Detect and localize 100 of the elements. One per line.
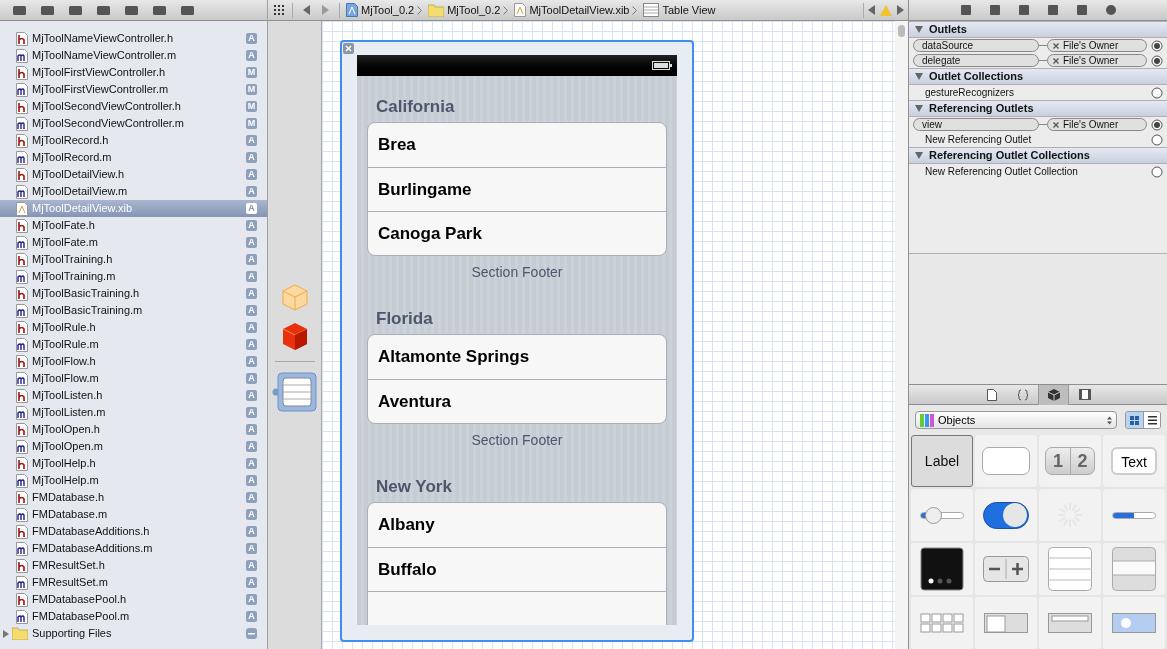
- file-item[interactable]: MjToolFate.m A: [0, 234, 267, 251]
- source-file-icon: [16, 507, 28, 522]
- source-file-icon: [16, 609, 28, 624]
- view-controller-object: [1048, 613, 1092, 633]
- close-icon[interactable]: [343, 43, 354, 54]
- forward-arrow-icon[interactable]: [896, 5, 904, 15]
- library-item-tile[interactable]: Text: [1103, 435, 1165, 487]
- file-item[interactable]: FMResultSet.m A: [0, 574, 267, 591]
- file-item[interactable]: MjToolDetailView.m A: [0, 183, 267, 200]
- file-item[interactable]: MjToolRule.h A: [0, 319, 267, 336]
- file-item[interactable]: MjToolFirstViewController.m M: [0, 81, 267, 98]
- library-item-tile[interactable]: [975, 543, 1037, 595]
- connection-circle-icon[interactable]: [1151, 133, 1163, 146]
- library-item-tile[interactable]: [1103, 543, 1165, 595]
- view-mode-button[interactable]: [1143, 412, 1160, 428]
- file-item[interactable]: MjToolNameViewController.h A: [0, 30, 267, 47]
- table-row[interactable]: Altamonte Springs: [368, 335, 666, 379]
- connection-circle-icon[interactable]: [1151, 118, 1163, 131]
- breadcrumb[interactable]: MjTool_0.2: [447, 1, 501, 19]
- file-item[interactable]: FMDatabaseAdditions.m A: [0, 540, 267, 557]
- section-header[interactable]: Referencing Outlet Collections: [909, 147, 1167, 164]
- back-arrow-icon[interactable]: [303, 5, 311, 15]
- file-item[interactable]: MjToolBasicTraining.h A: [0, 285, 267, 302]
- file-item[interactable]: FMDatabase.m A: [0, 506, 267, 523]
- back-arrow-icon[interactable]: [868, 5, 876, 15]
- header-file-icon: [16, 99, 28, 114]
- file-item[interactable]: MjToolFlow.m A: [0, 370, 267, 387]
- library-item-tile[interactable]: [975, 597, 1037, 649]
- file-item[interactable]: MjToolFlow.h A: [0, 353, 267, 370]
- connection-target-pill[interactable]: File's Owner: [1047, 54, 1147, 67]
- table-row[interactable]: Brea: [368, 123, 666, 167]
- file-item[interactable]: MjToolBasicTraining.m A: [0, 302, 267, 319]
- library-item-tile[interactable]: [1039, 597, 1101, 649]
- disclosure-triangle-icon[interactable]: [915, 73, 923, 80]
- battery-icon: [652, 61, 672, 70]
- library-item-tile[interactable]: [911, 597, 973, 649]
- disconnect-x-icon[interactable]: [1053, 121, 1059, 128]
- file-item[interactable]: FMResultSet.h A: [0, 557, 267, 574]
- file-item[interactable]: MjToolRule.m A: [0, 336, 267, 353]
- cube-icon[interactable]: [280, 321, 309, 351]
- section-header[interactable]: Outlet Collections: [909, 68, 1167, 85]
- selected-view-frame[interactable]: California Brea Burlingame Canoga Park Section Footer Florida Altamonte Springs Aventura Section Footer New York Albany Buffalo: [340, 40, 694, 642]
- file-item[interactable]: MjToolOpen.m A: [0, 438, 267, 455]
- breadcrumb[interactable]: Table View: [662, 1, 716, 19]
- file-item[interactable]: MjToolSecondViewController.h M: [0, 98, 267, 115]
- breadcrumb[interactable]: MjToolDetailView.xib: [529, 1, 630, 19]
- file-item[interactable]: MjToolListen.m A: [0, 404, 267, 421]
- library-item-tile[interactable]: 1 2: [1039, 435, 1101, 487]
- disclosure-triangle-icon[interactable]: [2, 629, 10, 638]
- file-item[interactable]: FMDatabaseAdditions.h A: [0, 523, 267, 540]
- file-item[interactable]: MjToolDetailView.h A: [0, 166, 267, 183]
- library-item-tile[interactable]: [1103, 597, 1165, 649]
- file-item[interactable]: Supporting Files: [0, 625, 267, 642]
- library-tab[interactable]: [1038, 384, 1069, 405]
- file-item[interactable]: FMDatabasePool.m A: [0, 608, 267, 625]
- library-item-tile[interactable]: [1103, 489, 1165, 541]
- library-item-tile[interactable]: [1039, 543, 1101, 595]
- disclosure-triangle-icon[interactable]: [915, 152, 923, 159]
- connection-target-pill[interactable]: File's Owner: [1047, 39, 1147, 52]
- file-item[interactable]: MjToolOpen.h A: [0, 421, 267, 438]
- file-item[interactable]: MjToolListen.h A: [0, 387, 267, 404]
- file-item[interactable]: MjToolTraining.h A: [0, 251, 267, 268]
- file-item[interactable]: MjToolNameViewController.m A: [0, 47, 267, 64]
- table-row[interactable]: Burlingame: [368, 167, 666, 211]
- file-item[interactable]: MjToolFirstViewController.h M: [0, 64, 267, 81]
- scrollbar[interactable]: [898, 25, 905, 37]
- connection-target-pill[interactable]: File's Owner: [1047, 118, 1147, 131]
- connection-circle-icon[interactable]: [1151, 86, 1163, 99]
- table-row[interactable]: Albany: [368, 503, 666, 547]
- connection-circle-icon[interactable]: [1151, 54, 1163, 67]
- table-row[interactable]: Aventura: [368, 379, 666, 423]
- file-item[interactable]: MjToolFate.h A: [0, 217, 267, 234]
- file-item[interactable]: MjToolTraining.m A: [0, 268, 267, 285]
- file-item[interactable]: MjToolRecord.h A: [0, 132, 267, 149]
- file-item[interactable]: MjToolRecord.m A: [0, 149, 267, 166]
- disconnect-x-icon[interactable]: [1053, 57, 1059, 64]
- section-header[interactable]: Referencing Outlets: [909, 100, 1167, 117]
- library-item-tile[interactable]: [911, 489, 973, 541]
- disclosure-triangle-icon[interactable]: [915, 105, 923, 112]
- disconnect-x-icon[interactable]: [1053, 42, 1059, 49]
- library-item-tile[interactable]: [975, 489, 1037, 541]
- connection-circle-icon[interactable]: [1151, 39, 1163, 52]
- objects-popup[interactable]: Objects: [915, 411, 1117, 429]
- library-item-tile[interactable]: [975, 435, 1037, 487]
- breadcrumb[interactable]: MjTool_0.2: [361, 1, 415, 19]
- connection-circle-icon[interactable]: [1151, 165, 1163, 178]
- table-view-object-icon[interactable]: [271, 372, 318, 412]
- disclosure-triangle-icon[interactable]: [915, 26, 923, 33]
- table-row[interactable]: Canoga Park: [368, 211, 666, 255]
- file-item[interactable]: MjToolSecondViewController.m M: [0, 115, 267, 132]
- file-item[interactable]: MjToolHelp.h A: [0, 455, 267, 472]
- section-header[interactable]: Outlets: [909, 21, 1167, 38]
- library-item-tile[interactable]: Label: [911, 435, 973, 487]
- header-file-icon: [16, 31, 28, 46]
- file-item[interactable]: FMDatabasePool.h A: [0, 591, 267, 608]
- table-row[interactable]: Buffalo: [368, 547, 666, 591]
- library-item-tile[interactable]: [911, 543, 973, 595]
- file-item[interactable]: MjToolHelp.m A: [0, 472, 267, 489]
- grid-menu-icon[interactable]: [274, 5, 286, 15]
- file-item[interactable]: FMDatabase.h A: [0, 489, 267, 506]
